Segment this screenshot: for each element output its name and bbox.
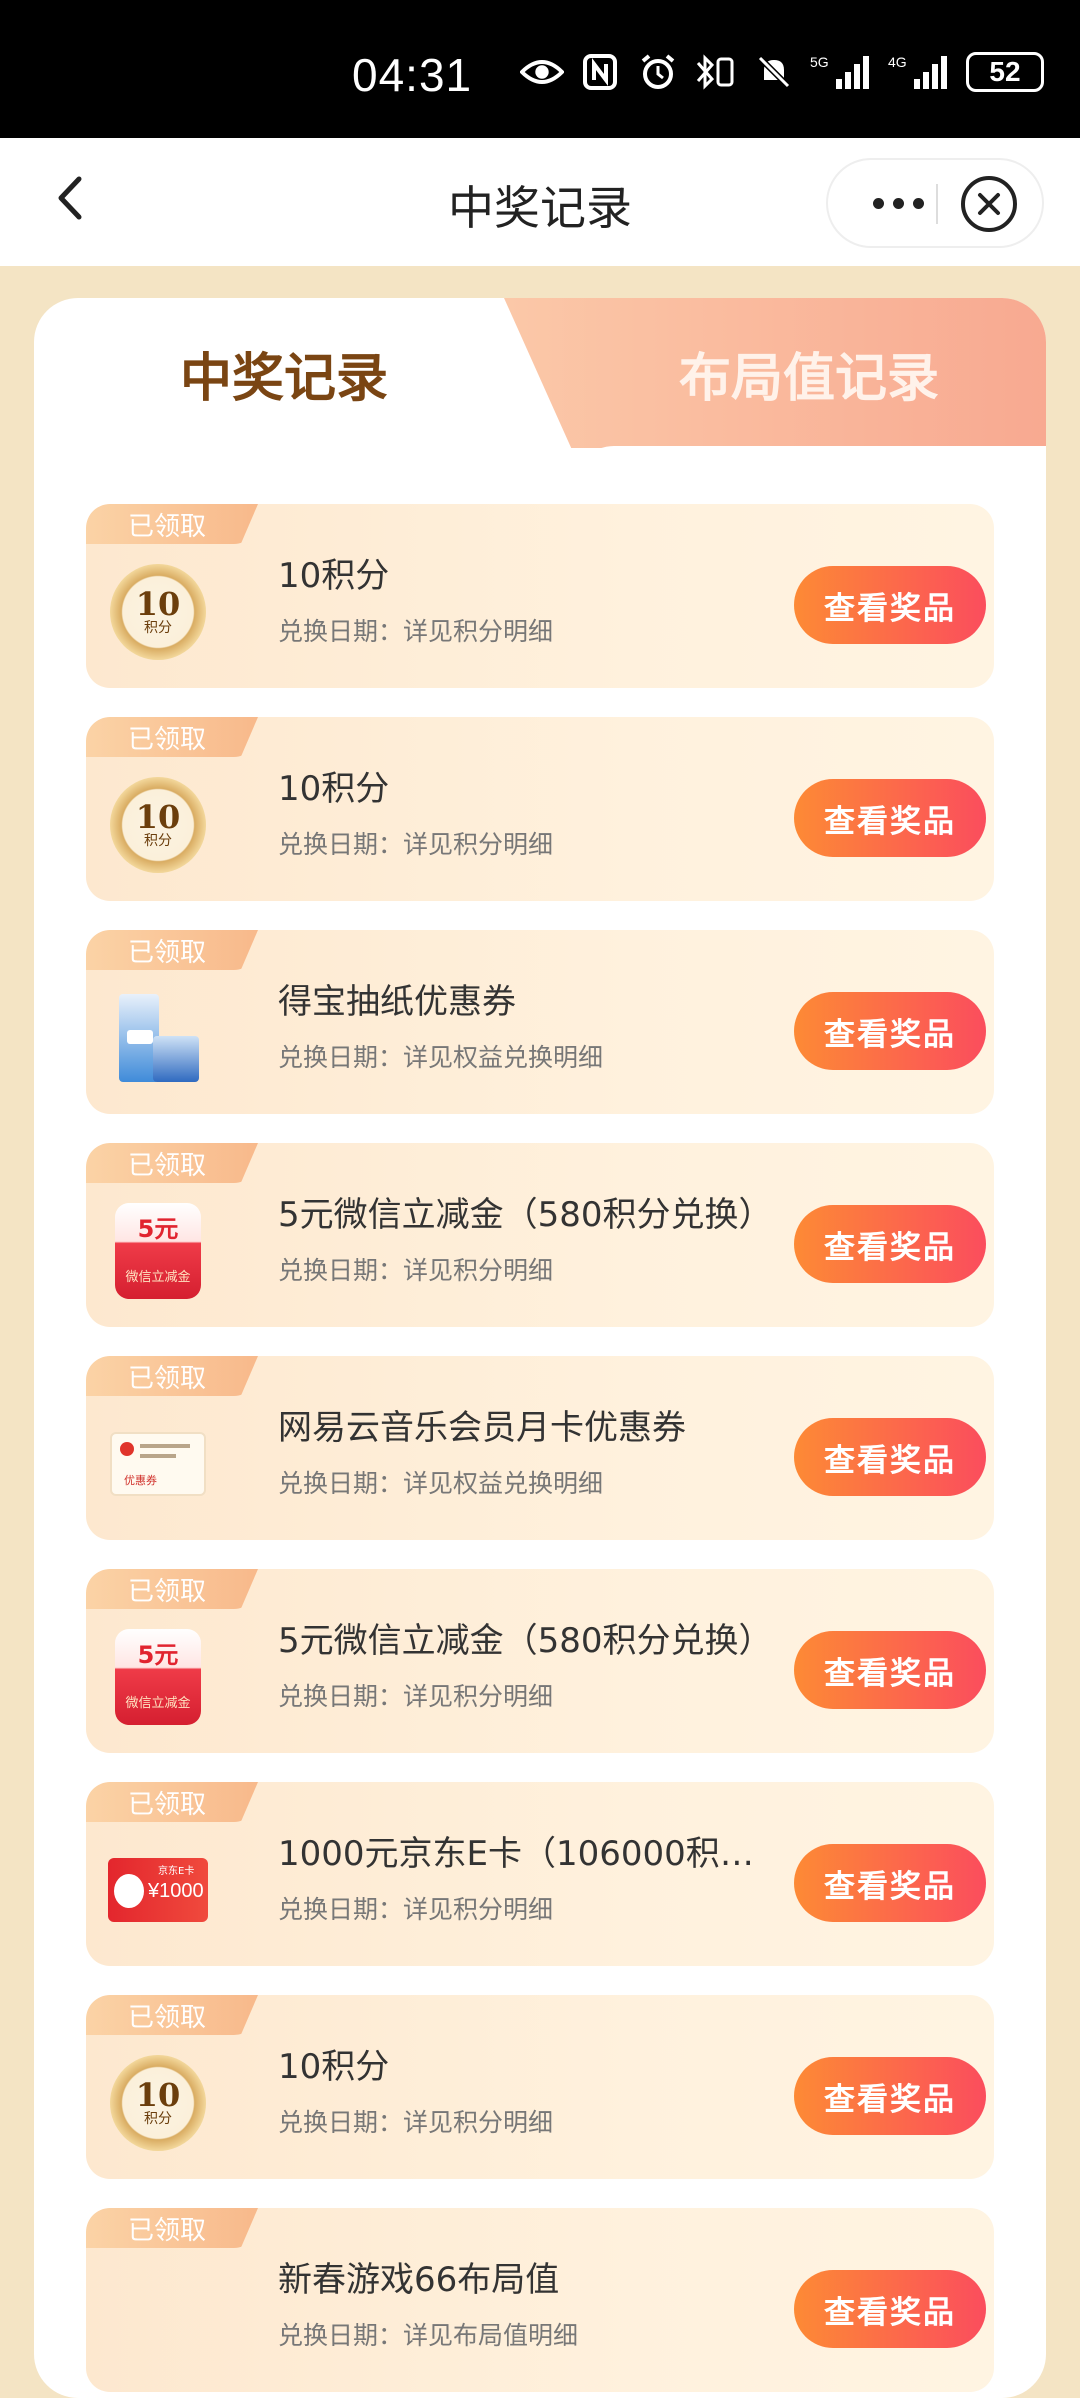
view-prize-button[interactable]: 查看奖品 <box>794 1844 986 1922</box>
prize-thumbnail <box>108 2266 208 2366</box>
prize-title: 5元微信立减金（580积分兑换） <box>278 1195 773 1235</box>
view-prize-button[interactable]: 查看奖品 <box>794 2270 986 2348</box>
svg-text:4G: 4G <box>888 54 907 70</box>
prize-thumbnail: 10 积分 <box>108 775 208 875</box>
list-item: 已领取 5元 微信立减金 5元微信立减金（580积分兑换） 兑换日期：详见积分明细… <box>86 1569 994 1753</box>
list-item: 已领取 得宝抽纸优惠券 兑换日期：详见权益兑换明细 查看奖品 <box>86 930 994 1114</box>
prize-title: 10积分 <box>278 769 390 809</box>
tab-curve <box>574 446 1046 486</box>
status-time: 04:31 <box>352 49 473 101</box>
status-badge: 已领取 <box>86 717 258 757</box>
prize-title: 10积分 <box>278 2047 390 2087</box>
points-coin-icon: 10 积分 <box>110 564 206 660</box>
red-packet-icon: 5元 微信立减金 <box>115 1203 201 1299</box>
prize-thumbnail: 优惠券 <box>108 1414 208 1514</box>
more-button[interactable] <box>858 160 938 246</box>
status-badge: 已领取 <box>86 504 258 544</box>
prize-date: 兑换日期：详见布局值明细 <box>278 2321 579 2350</box>
prize-date: 兑换日期：详见积分明细 <box>278 2108 554 2137</box>
list-item: 已领取 10 积分 10积分 兑换日期：详见积分明细 查看奖品 <box>86 504 994 688</box>
status-bar: 04:31 5G 4G 52 <box>0 0 1080 138</box>
bluetooth-vibrate-icon <box>694 52 738 92</box>
list-item: 已领取 新春游戏66布局值 兑换日期：详见布局值明细 查看奖品 <box>86 2208 994 2392</box>
music-coupon-icon: 优惠券 <box>110 1432 206 1496</box>
prize-title: 得宝抽纸优惠券 <box>278 982 516 1022</box>
list-item: 已领取 5元 微信立减金 5元微信立减金（580积分兑换） 兑换日期：详见积分明细… <box>86 1143 994 1327</box>
status-badge: 已领取 <box>86 1782 258 1822</box>
jd-ecard-icon: 京东E卡 ¥1000 <box>108 1858 208 1922</box>
prize-thumbnail: 京东E卡 ¥1000 <box>108 1840 208 1940</box>
prize-thumbnail <box>108 988 208 1088</box>
alarm-icon <box>636 52 680 92</box>
view-prize-button[interactable]: 查看奖品 <box>794 2057 986 2135</box>
nfc-icon <box>578 52 622 92</box>
prize-date: 兑换日期：详见积分明细 <box>278 1256 554 1285</box>
prize-title: 新春游戏66布局值 <box>278 2260 560 2300</box>
status-icons: 5G 4G 52 <box>520 52 1044 92</box>
view-prize-button[interactable]: 查看奖品 <box>794 992 986 1070</box>
prize-date: 兑换日期：详见权益兑换明细 <box>278 1469 604 1498</box>
tab-prize-records[interactable]: 中奖记录 <box>34 298 534 448</box>
prize-title: 网易云音乐会员月卡优惠券 <box>278 1408 686 1448</box>
prize-date: 兑换日期：详见积分明细 <box>278 1895 554 1924</box>
prize-date: 兑换日期：详见积分明细 <box>278 830 554 859</box>
prize-title: 10积分 <box>278 556 390 596</box>
prize-date: 兑换日期：详见积分明细 <box>278 1682 554 1711</box>
view-prize-button[interactable]: 查看奖品 <box>794 779 986 857</box>
view-prize-button[interactable]: 查看奖品 <box>794 1205 986 1283</box>
prize-title: 1000元京东E卡（106000积分… <box>278 1834 778 1874</box>
mini-program-capsule <box>826 158 1044 248</box>
status-badge: 已领取 <box>86 1356 258 1396</box>
battery-indicator: 52 <box>966 52 1044 92</box>
points-coin-icon: 10 积分 <box>110 777 206 873</box>
prize-title: 5元微信立减金（580积分兑换） <box>278 1621 773 1661</box>
list-item: 已领取 京东E卡 ¥1000 1000元京东E卡（106000积分… 兑换日期：详… <box>86 1782 994 1966</box>
capsule-divider <box>936 184 938 224</box>
status-badge: 已领取 <box>86 1995 258 2035</box>
signal-5g-icon: 5G <box>810 52 874 92</box>
view-prize-button[interactable]: 查看奖品 <box>794 1418 986 1496</box>
view-prize-button[interactable]: 查看奖品 <box>794 566 986 644</box>
svg-text:5G: 5G <box>810 54 829 70</box>
list-item: 已领取 10 积分 10积分 兑换日期：详见积分明细 查看奖品 <box>86 1995 994 2179</box>
prize-thumbnail: 10 积分 <box>108 562 208 662</box>
eye-icon <box>520 52 564 92</box>
records-card: 中奖记录 布局值记录 已领取 10 积分 10积分 兑换日期：详见积分明细 查看奖… <box>34 298 1046 2398</box>
view-prize-button[interactable]: 查看奖品 <box>794 1631 986 1709</box>
status-badge: 已领取 <box>86 2208 258 2248</box>
prize-date: 兑换日期：详见积分明细 <box>278 617 554 646</box>
prize-thumbnail: 5元 微信立减金 <box>108 1201 208 1301</box>
status-badge: 已领取 <box>86 1569 258 1609</box>
points-coin-icon: 10 积分 <box>110 2055 206 2151</box>
red-packet-icon: 5元 微信立减金 <box>115 1629 201 1725</box>
close-button[interactable] <box>961 176 1017 232</box>
list-item: 已领取 优惠券 网易云音乐会员月卡优惠券 兑换日期：详见权益兑换明细 查看奖品 <box>86 1356 994 1540</box>
prize-thumbnail: 10 积分 <box>108 2053 208 2153</box>
prize-date: 兑换日期：详见权益兑换明细 <box>278 1043 604 1072</box>
status-badge: 已领取 <box>86 930 258 970</box>
nav-bar: 中奖记录 <box>0 138 1080 266</box>
status-badge: 已领取 <box>86 1143 258 1183</box>
close-icon <box>978 193 1000 215</box>
tissue-product-icon <box>115 990 201 1086</box>
mute-icon <box>752 52 796 92</box>
tab-layout-value-records[interactable]: 布局值记录 <box>604 298 1014 448</box>
list-item: 已领取 10 积分 10积分 兑换日期：详见积分明细 查看奖品 <box>86 717 994 901</box>
prize-thumbnail: 5元 微信立减金 <box>108 1627 208 1727</box>
signal-4g-icon: 4G <box>888 52 952 92</box>
